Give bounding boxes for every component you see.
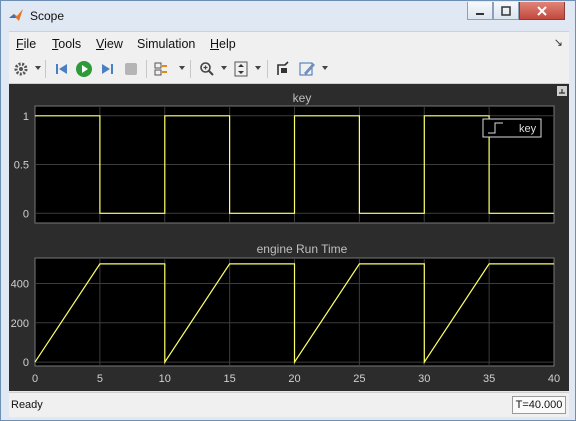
x-tick-label: 25: [353, 373, 365, 385]
minimize-button[interactable]: [467, 2, 493, 20]
scale-dropdown-arrow[interactable]: [255, 66, 261, 70]
y-tick-label: 0: [23, 357, 29, 369]
maximize-button[interactable]: [493, 2, 519, 20]
menu-file[interactable]: File: [16, 37, 36, 51]
zoom-dropdown-arrow[interactable]: [221, 66, 227, 70]
layout-icon[interactable]: [152, 59, 172, 79]
toolbar: [9, 55, 569, 84]
y-tick-label: 0.5: [14, 160, 29, 172]
zoom-icon[interactable]: [197, 59, 217, 79]
status-bar: Ready T=40.000: [9, 392, 569, 417]
scope-plots: key 10.50 key engine Run Time 4002000 05…: [11, 86, 567, 385]
x-tick-label: 35: [483, 373, 495, 385]
scale-axes-icon[interactable]: [231, 59, 251, 79]
status-text: Ready: [11, 399, 43, 411]
x-tick-label: 40: [548, 373, 560, 385]
legend-label-key: key: [519, 123, 537, 135]
run-icon[interactable]: [74, 59, 94, 79]
menu-bar: File Tools View Simulation Help ↘: [9, 31, 569, 56]
x-tick-label: 15: [224, 373, 236, 385]
menu-tools[interactable]: Tools: [52, 37, 81, 51]
minimize-icon: [476, 12, 484, 15]
plot-title-key: key: [293, 91, 312, 105]
title-bar: Scope: [1, 1, 575, 31]
x-tick-label: 5: [97, 373, 103, 385]
edit-dropdown-arrow[interactable]: [322, 66, 328, 70]
plot-area: key 1 0.5 0 key engine Run Time 400 200 0 05…: [9, 84, 569, 391]
settings-dropdown-arrow[interactable]: [35, 66, 41, 70]
plot-title-engine-run-time: engine Run Time: [257, 242, 348, 256]
y-tick-label: 0: [23, 208, 29, 220]
highlight-block-icon[interactable]: [273, 59, 293, 79]
x-tick-label: 0: [32, 373, 38, 385]
y-tick-label: 1: [23, 111, 29, 123]
ticks-engine-run-time: 400 200 0: [11, 279, 29, 370]
y-tick-label: 200: [11, 318, 29, 330]
menu-help[interactable]: Help: [210, 37, 236, 51]
simulation-time: T=40.000: [512, 396, 566, 414]
close-button[interactable]: [519, 2, 565, 20]
maximize-icon: [501, 5, 511, 16]
menu-view[interactable]: View: [96, 37, 123, 51]
stop-icon[interactable]: [121, 59, 141, 79]
menu-simulation[interactable]: Simulation: [137, 37, 195, 51]
y-tick-label: 400: [11, 279, 29, 291]
close-icon: [537, 5, 547, 16]
edit-icon[interactable]: [297, 59, 317, 79]
ticks-key: 10.50: [14, 111, 29, 221]
x-tick-label: 30: [418, 373, 430, 385]
legend[interactable]: key: [482, 118, 542, 138]
dock-pin-icon[interactable]: ↘: [554, 36, 563, 49]
window-title: Scope: [30, 9, 65, 23]
step-back-icon[interactable]: [52, 59, 72, 79]
scope-window: Scope File Tools View Simulation Help ↘: [0, 0, 576, 421]
matlab-logo-icon: [9, 9, 23, 21]
step-forward-icon[interactable]: [97, 59, 117, 79]
layout-dropdown-arrow[interactable]: [179, 66, 185, 70]
gear-icon[interactable]: [11, 59, 31, 79]
x-tick-labels: 0 5 10 15 20 25 30 35 40: [32, 373, 560, 385]
x-tick-label: 10: [159, 373, 171, 385]
x-tick-label: 20: [288, 373, 300, 385]
